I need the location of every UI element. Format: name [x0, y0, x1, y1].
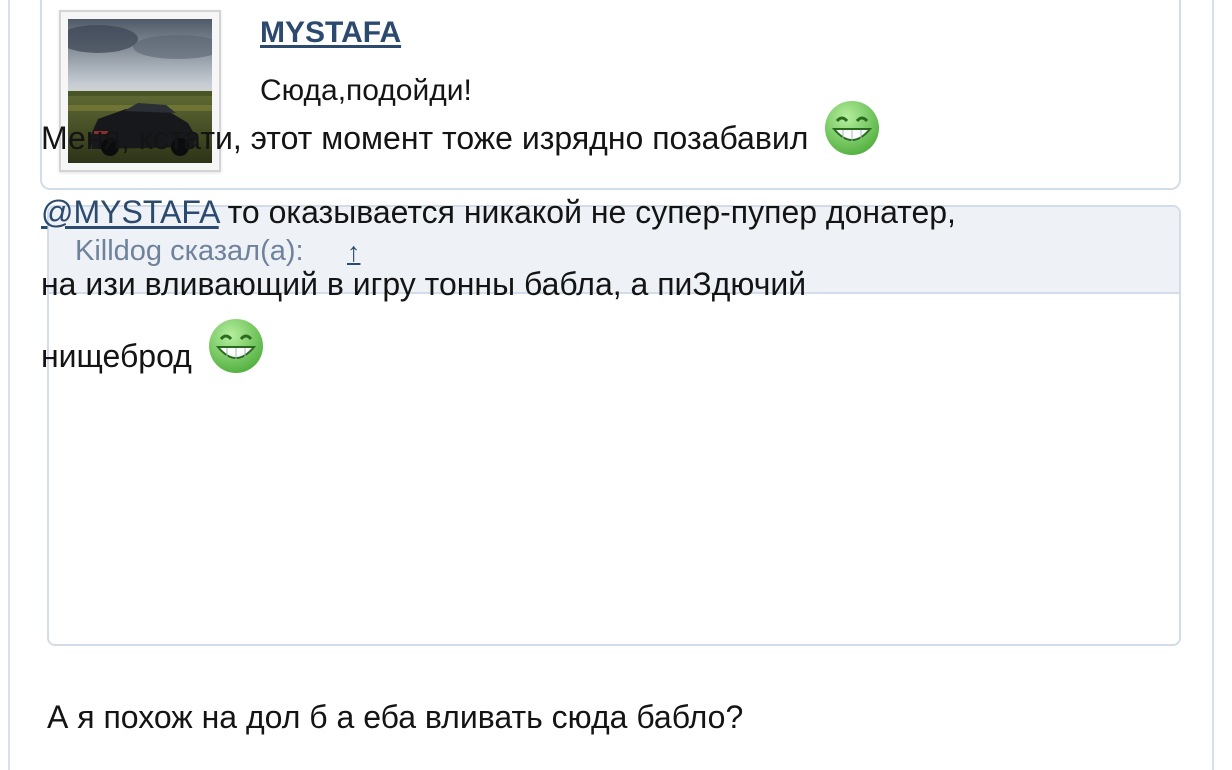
quote-line: нищеброд — [41, 318, 265, 375]
grin-smiley-icon — [825, 100, 880, 155]
quote-author: Killdog сказал(а): — [75, 235, 304, 267]
quote-line: на изи вливающий в игру тонны бабла, а п… — [41, 266, 806, 303]
quote-text: нищеброд — [41, 338, 192, 374]
jump-to-quote-icon[interactable]: ↑ — [347, 237, 361, 268]
grin-smiley-icon — [208, 318, 263, 373]
reply-text: А я похож на дол б а еба вливать сюда ба… — [47, 699, 744, 735]
quote-line: Меня, кстати, этот момент тоже изрядно п… — [41, 100, 881, 157]
quote-text: то оказывается никакой не супер-пупер до… — [218, 194, 956, 230]
quote-text: Меня, кстати, этот момент тоже изрядно п… — [41, 120, 809, 156]
quote-text: на изи вливающий в игру тонны бабла, а п… — [41, 266, 807, 302]
member-status: Сюда,подойди! — [260, 74, 472, 107]
member-name-link[interactable]: MYSTAFA — [260, 16, 401, 50]
quote-line: @MYSTAFA то оказывается никакой не супер… — [41, 194, 956, 231]
mention-link[interactable]: @MYSTAFA — [41, 194, 219, 230]
